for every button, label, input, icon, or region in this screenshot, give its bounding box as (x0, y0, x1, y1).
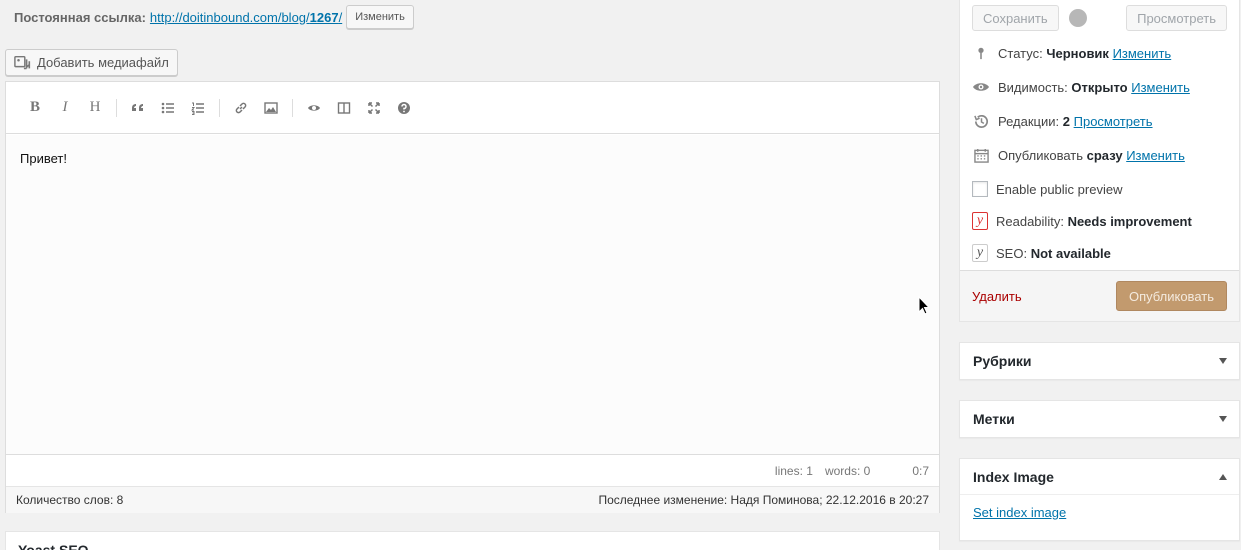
index-image-header[interactable]: Index Image (960, 459, 1239, 495)
heading-button[interactable]: H (80, 93, 110, 123)
list-icon (161, 102, 174, 113)
schedule-row: Опубликовать сразу Изменить (972, 145, 1185, 165)
unordered-list-button[interactable] (153, 93, 183, 123)
permalink-row: Постоянная ссылка: http://doitinbound.co… (14, 5, 414, 29)
markdown-editor: B I H Привет! lines: 1 words: 0 0:7 Коли… (5, 81, 940, 513)
toolbar-separator (292, 98, 293, 117)
public-preview-label: Enable public preview (996, 181, 1123, 197)
save-draft-button[interactable]: Сохранить (972, 5, 1059, 31)
publish-box: Сохранить Просмотреть Статус: Черновик И… (959, 0, 1240, 322)
preview-button[interactable] (299, 93, 329, 123)
yoast-seo-box[interactable]: Yoast SEO (5, 531, 940, 550)
visibility-value: Открыто (1071, 79, 1128, 95)
side-by-side-button[interactable] (329, 93, 359, 123)
index-image-body: Set index image (960, 495, 1239, 530)
fullscreen-button[interactable] (359, 93, 389, 123)
ordered-list-icon (191, 102, 204, 115)
media-icon (14, 55, 31, 69)
image-icon (264, 101, 278, 114)
preview-post-button[interactable]: Просмотреть (1126, 5, 1227, 31)
seo-label: SEO: (996, 245, 1028, 261)
toggle-arrow-icon[interactable] (1219, 358, 1227, 364)
help-button[interactable] (389, 93, 419, 123)
word-count-bar: Количество слов: 8 Последнее изменение: … (6, 487, 939, 513)
readability-value: Needs improvement (1067, 213, 1192, 229)
quote-button[interactable] (123, 93, 153, 123)
bold-button[interactable]: B (20, 93, 50, 123)
cursor-position: 0:7 (912, 463, 929, 478)
eye-icon (308, 104, 320, 111)
publish-button[interactable]: Опубликовать (1115, 281, 1227, 311)
revisions-label: Редакции: (998, 113, 1060, 129)
words-count: words: 0 (824, 463, 871, 478)
tags-header[interactable]: Метки (960, 401, 1239, 437)
tags-box: Метки (959, 400, 1240, 438)
permalink-edit-button[interactable]: Изменить (346, 5, 414, 29)
status-edit-link[interactable]: Изменить (1113, 46, 1172, 61)
publish-actions: Сохранить Просмотреть (960, 0, 1239, 36)
visibility-edit-link[interactable]: Изменить (1131, 80, 1190, 95)
help-icon (398, 101, 410, 114)
toolbar-separator (116, 98, 117, 117)
public-preview-checkbox[interactable] (972, 181, 988, 197)
editor-content[interactable]: Привет! (6, 135, 939, 455)
ordered-list-button[interactable] (183, 93, 213, 123)
visibility-label: Видимость: (998, 79, 1068, 95)
editor-toolbar: B I H (6, 82, 939, 134)
categories-header[interactable]: Рубрики (960, 343, 1239, 379)
readability-label: Readability: (996, 213, 1064, 229)
revisions-view-link[interactable]: Просмотреть (1074, 114, 1153, 129)
link-button[interactable] (226, 93, 256, 123)
seo-row: y SEO: Not available (972, 243, 1111, 263)
toggle-arrow-icon[interactable] (1219, 473, 1227, 480)
link-icon (235, 102, 247, 113)
quote-icon (132, 103, 143, 111)
schedule-edit-link[interactable]: Изменить (1126, 148, 1185, 163)
set-index-image-link[interactable]: Set index image (973, 505, 1066, 520)
mouse-cursor-icon (918, 296, 931, 315)
status-value: Черновик (1046, 45, 1109, 61)
add-media-label: Добавить медиафайл (37, 55, 169, 70)
italic-button[interactable]: I (50, 93, 80, 123)
image-button[interactable] (256, 93, 286, 123)
public-preview-row: Enable public preview (972, 179, 1122, 199)
move-to-trash-link[interactable]: Удалить (972, 289, 1022, 304)
schedule-label: Опубликовать (998, 147, 1084, 163)
pin-icon (972, 44, 990, 62)
spinner-icon (1068, 9, 1087, 27)
toggle-arrow-icon[interactable] (1219, 416, 1227, 422)
yoast-seo-title: Yoast SEO (18, 542, 89, 550)
permalink-url[interactable]: http://doitinbound.com/blog/1267/ (150, 10, 342, 25)
revisions-row: Редакции: 2 Просмотреть (972, 111, 1153, 131)
publish-footer: Удалить Опубликовать (960, 270, 1239, 321)
revisions-value: 2 (1062, 113, 1070, 129)
post-status-row: Статус: Черновик Изменить (972, 43, 1171, 63)
calendar-icon (972, 146, 990, 164)
lines-count: lines: 1 (774, 463, 813, 478)
fullscreen-icon (368, 101, 380, 114)
permalink-label: Постоянная ссылка: (14, 9, 146, 25)
categories-title: Рубрики (973, 353, 1032, 369)
yoast-readability-icon: y (972, 212, 988, 230)
visibility-row: Видимость: Открыто Изменить (972, 77, 1190, 97)
yoast-seo-icon: y (972, 244, 988, 262)
index-image-box: Index Image Set index image (959, 458, 1240, 541)
readability-row: y Readability: Needs improvement (972, 211, 1192, 231)
history-icon (972, 112, 990, 130)
eye-icon (972, 78, 990, 96)
schedule-value: сразу (1086, 147, 1123, 163)
word-count: Количество слов: 8 (16, 493, 124, 507)
toolbar-separator (219, 98, 220, 117)
editor-statusbar: lines: 1 words: 0 0:7 (6, 455, 939, 487)
seo-value: Not available (1030, 245, 1111, 261)
add-media-button[interactable]: Добавить медиафайл (5, 49, 178, 76)
last-edited: Последнее изменение: Надя Поминова; 22.1… (598, 493, 929, 507)
tags-title: Метки (973, 411, 1015, 427)
status-label: Статус: (998, 45, 1043, 61)
columns-icon (337, 101, 351, 114)
index-image-title: Index Image (973, 468, 1054, 485)
categories-box: Рубрики (959, 342, 1240, 380)
